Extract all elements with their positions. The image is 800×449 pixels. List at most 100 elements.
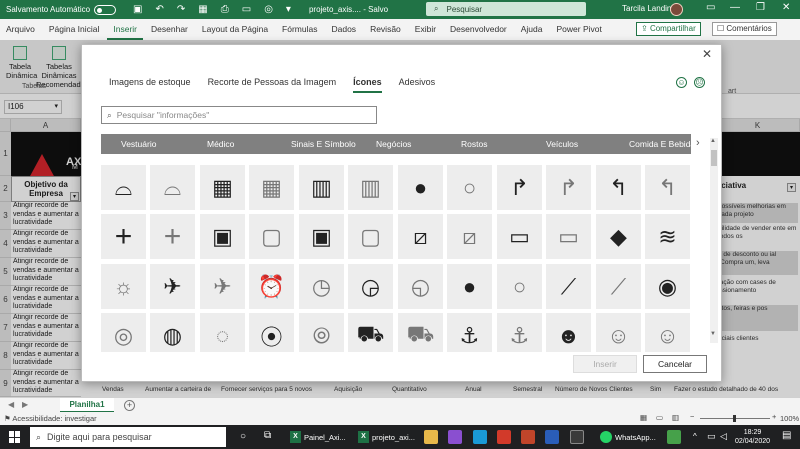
taskbar-app-whatsapp[interactable]: WhatsApp... [600, 430, 656, 444]
preview-icon[interactable]: ▭ [242, 4, 251, 15]
measuring-tape-icon[interactable]: ◍ [150, 313, 195, 352]
turn-right-arrow-outline-icon[interactable]: ↱ [546, 165, 591, 210]
app-icon-3[interactable] [667, 430, 681, 444]
tab-revisao[interactable]: Revisão [364, 19, 407, 40]
yarn-ball-outline-icon[interactable]: ◎ [101, 313, 146, 352]
tab-power-pivot[interactable]: Power Pivot [551, 19, 608, 40]
zoom-slider-handle[interactable] [733, 415, 736, 422]
tab-formulas[interactable]: Fórmulas [276, 19, 323, 40]
app-icon-2[interactable] [570, 430, 584, 444]
yarn-ball-icon[interactable]: ◉ [645, 264, 690, 309]
tab-ajuda[interactable]: Ajuda [515, 19, 549, 40]
tab-icons[interactable]: Ícones [353, 77, 382, 93]
maximize-icon[interactable]: ❐ [756, 2, 765, 13]
address-book-outline-icon[interactable]: ▢ [348, 214, 393, 259]
tab-pagina-inicial[interactable]: Página Inicial [43, 19, 106, 40]
windows-start-icon[interactable] [9, 431, 21, 443]
alarm-clock-outline-icon[interactable]: ◷ [299, 264, 344, 309]
measuring-tape-outline-icon[interactable]: ◌ [200, 313, 245, 352]
insert-button[interactable]: Inserir [573, 355, 637, 373]
scroll-up-icon[interactable]: ▲ [710, 138, 716, 144]
ambulance-outline-icon[interactable]: ⛟ [398, 313, 443, 352]
yarn-needle-icon[interactable]: ⟋ [546, 264, 591, 309]
undo-icon[interactable]: ↶ [156, 4, 164, 15]
skype-icon[interactable] [473, 430, 487, 444]
alarm-ringing-outline-icon[interactable]: ◵ [398, 264, 443, 309]
acorn-outline-icon[interactable]: ○ [447, 165, 492, 210]
abacus-outline-icon[interactable]: ▦ [249, 165, 294, 210]
bandage-outline-icon[interactable]: ⧄ [447, 214, 492, 259]
tab-desenhar[interactable]: Desenhar [145, 19, 194, 40]
smile-icon[interactable]: ☺ [676, 77, 687, 88]
tab-layout[interactable]: Layout da Página [196, 19, 274, 40]
tab-dados[interactable]: Dados [325, 19, 362, 40]
redo-icon[interactable]: ↷ [177, 4, 185, 15]
turn-left-arrow-outline-icon[interactable]: ↰ [645, 165, 690, 210]
notifications-icon[interactable]: ▤ [782, 430, 791, 441]
abacus-icon[interactable]: ▥ [299, 165, 344, 210]
tab-exibir[interactable]: Exibir [409, 19, 442, 40]
glasses-3d-icon[interactable]: ⌓ [101, 165, 146, 210]
alarm-clock-icon[interactable]: ⏰ [249, 264, 294, 309]
icon-grid-scrollbar[interactable]: ▲ ▼ [710, 138, 718, 343]
alien-outline-icon[interactable]: ○ [497, 264, 542, 309]
table-icon[interactable]: ▦ [198, 4, 207, 15]
airplane-outline-icon[interactable]: ✈ [200, 264, 245, 309]
clock[interactable]: 18:29 02/04/2020 [735, 428, 770, 446]
powerpoint-icon[interactable] [521, 430, 535, 444]
bandage-icon[interactable]: ⧄ [398, 214, 443, 259]
title-search[interactable]: ⌕ Pesquisar [426, 2, 586, 16]
plus-icon[interactable]: + [101, 214, 146, 259]
icon-search-input[interactable]: ⌕ Pesquisar "informações" [101, 106, 377, 124]
normal-view-icon[interactable]: ▦ [640, 413, 647, 422]
status-text[interactable]: ⚑ Acessibilidade: investigar [4, 414, 97, 423]
anchor-outline-icon[interactable]: ⚓ [497, 313, 542, 352]
cancel-button[interactable]: Cancelar [643, 355, 707, 373]
angel-face-icon[interactable]: ☻ [546, 313, 591, 352]
abacus-outline-icon[interactable]: ▥ [348, 165, 393, 210]
tab-desenvolvedor[interactable]: Desenvolvedor [444, 19, 513, 40]
print-icon[interactable]: ⎙ [221, 4, 229, 15]
word-icon[interactable] [545, 430, 559, 444]
zoom-out-icon[interactable]: − [690, 412, 694, 421]
turn-right-arrow-icon[interactable]: ↱ [497, 165, 542, 210]
share-button[interactable]: ⇪ Compartilhar [636, 22, 701, 36]
sheet-nav-left-icon[interactable]: ◀ [8, 400, 14, 409]
ribbon-display-icon[interactable]: ▭ [706, 2, 715, 13]
billboard-outline-icon[interactable]: ▭ [546, 214, 591, 259]
taskbar-search[interactable]: ⌕ Digite aqui para pesquisar [30, 427, 226, 447]
chevron-right-icon[interactable]: › [696, 137, 700, 149]
address-book-icon[interactable]: ▣ [299, 214, 344, 259]
zoom-in-icon[interactable]: + [772, 412, 776, 421]
opera-icon[interactable] [497, 430, 511, 444]
ambulance-icon[interactable]: ⛟ [348, 313, 393, 352]
app-icon[interactable] [448, 430, 462, 444]
frown-icon[interactable]: ☹ [694, 77, 705, 88]
billboard-icon[interactable]: ▭ [497, 214, 542, 259]
autosave-toggle[interactable] [94, 4, 117, 15]
yarn-needle-outline-icon[interactable]: ⟋ [596, 264, 641, 309]
button-icon[interactable]: ⦿ [249, 313, 294, 352]
add-sheet-icon[interactable]: + [124, 400, 135, 411]
alarm-ringing-icon[interactable]: ◶ [348, 264, 393, 309]
field-icon[interactable]: ≋ [645, 214, 690, 259]
plus-outline-icon[interactable]: + [150, 214, 195, 259]
scroll-thumb[interactable] [711, 150, 717, 166]
folder-icon[interactable] [424, 430, 438, 444]
tray-chevron-icon[interactable]: ^ [693, 432, 697, 441]
taskbar-app-excel-1[interactable]: X Painel_Axi... [290, 430, 346, 444]
camera-icon[interactable]: ◎ [264, 4, 273, 15]
sheet-nav-right-icon[interactable]: ▶ [22, 400, 28, 409]
sheet-tab-planilha1[interactable]: Planilha1 [60, 398, 114, 413]
tab-stickers[interactable]: Adesivos [399, 77, 436, 93]
angel-face-outline-icon[interactable]: ☺ [596, 313, 641, 352]
volume-icon[interactable]: ◁ [720, 431, 727, 442]
anchor-icon[interactable]: ⚓ [447, 313, 492, 352]
save-icon[interactable]: ▣ [133, 4, 142, 15]
close-icon[interactable]: ✕ [702, 47, 712, 61]
tab-stock-images[interactable]: Imagens de estoque [109, 77, 191, 93]
tab-cutout-people[interactable]: Recorte de Pessoas da Imagem [208, 77, 337, 93]
field-sun-icon[interactable]: ☼ [101, 264, 146, 309]
tab-inserir[interactable]: Inserir [107, 19, 144, 40]
close-icon[interactable]: ✕ [782, 2, 790, 13]
